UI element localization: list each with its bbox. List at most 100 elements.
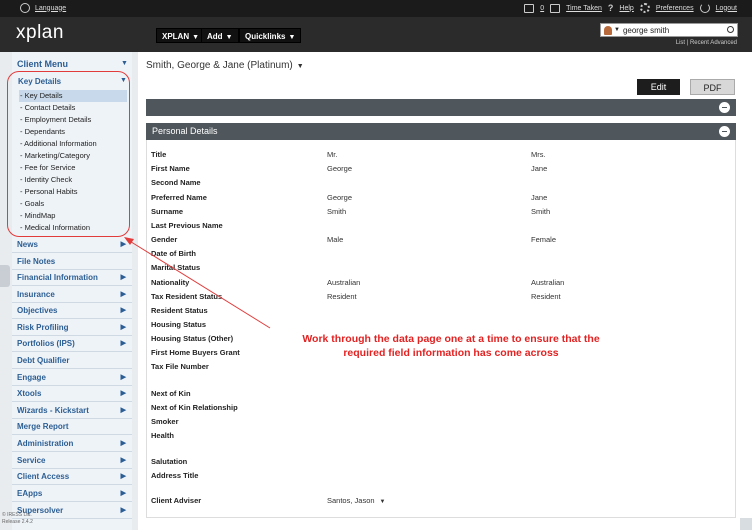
field-label: Tax Resident Status bbox=[151, 292, 223, 301]
field-row-health: Health bbox=[151, 431, 736, 443]
language-link[interactable]: Language bbox=[20, 3, 66, 13]
sidebar-item-label: Risk Profiling bbox=[17, 323, 69, 332]
client-adviser-value: Santos, Jason bbox=[327, 496, 375, 505]
field-row-salutation: Salutation bbox=[151, 457, 736, 469]
field-label: Smoker bbox=[151, 417, 179, 426]
time-taken-link[interactable]: Time Taken bbox=[566, 5, 602, 12]
client-search-input[interactable]: ▼ george smith bbox=[600, 23, 738, 37]
chevron-right-icon: ▶ bbox=[120, 324, 126, 331]
nav-add-button[interactable]: Add ▼ bbox=[201, 28, 239, 43]
sidebar-item-label: News bbox=[17, 240, 38, 249]
field-row-resident-status: Resident Status bbox=[151, 306, 736, 318]
logout-link[interactable]: Logout bbox=[716, 5, 737, 12]
chevron-down-icon: ▼ bbox=[379, 499, 386, 505]
field-value-client: George bbox=[327, 164, 353, 173]
collapse-icon[interactable] bbox=[719, 102, 730, 113]
field-row-client-adviser: Client Adviser Santos, Jason ▼ bbox=[151, 496, 736, 508]
sidebar-item-financial-information[interactable]: Financial Information ▶ bbox=[12, 270, 132, 286]
search-links[interactable]: List | Recent Advanced bbox=[676, 40, 737, 46]
chevron-down-icon[interactable]: ▼ bbox=[614, 27, 620, 33]
field-label: Tax File Number bbox=[151, 362, 209, 371]
mail-count[interactable]: 0 bbox=[540, 5, 544, 12]
field-label: Last Previous Name bbox=[151, 221, 223, 230]
edit-button[interactable]: Edit bbox=[637, 79, 680, 95]
mail-icon[interactable] bbox=[524, 3, 535, 13]
field-label: Client Adviser bbox=[151, 496, 202, 505]
sidebar-item-label: Merge Report bbox=[17, 422, 69, 431]
sidebar-item-wizards-kickstart[interactable]: Wizards - Kickstart ▶ bbox=[12, 403, 132, 419]
section-title: Personal Details bbox=[152, 126, 218, 136]
chevron-right-icon: ▶ bbox=[120, 440, 126, 447]
chevron-down-icon: ▼ bbox=[288, 34, 296, 41]
chevron-right-icon: ▶ bbox=[120, 241, 126, 248]
client-name-selector[interactable]: Smith, George & Jane (Platinum) ▼ bbox=[146, 60, 304, 71]
chevron-right-icon: ▶ bbox=[120, 291, 126, 298]
sidebar-item-objectives[interactable]: Objectives ▶ bbox=[12, 303, 132, 319]
sidebar-item-merge-report[interactable]: Merge Report bbox=[12, 419, 132, 435]
field-value-partner: Female bbox=[531, 235, 557, 244]
sidebar-item-label: Engage bbox=[17, 373, 46, 382]
field-label: First Home Buyers Grant bbox=[151, 348, 240, 357]
xplan-logo[interactable]: xplan bbox=[16, 22, 64, 44]
field-label: Housing Status (Other) bbox=[151, 334, 234, 343]
sidebar-collapse-handle[interactable] bbox=[0, 265, 10, 287]
field-row-smoker: Smoker bbox=[151, 417, 736, 429]
sidebar-item-risk-profiling[interactable]: Risk Profiling ▶ bbox=[12, 320, 132, 336]
client-adviser-select[interactable]: Santos, Jason ▼ bbox=[327, 496, 385, 505]
sidebar-item-portfolios[interactable]: Portfolios (IPS) ▶ bbox=[12, 336, 132, 352]
search-icon[interactable] bbox=[727, 26, 734, 33]
preferences-link[interactable]: Preferences bbox=[656, 5, 694, 12]
search-value: george smith bbox=[622, 25, 670, 35]
sidebar-item-label: Wizards - Kickstart bbox=[17, 406, 89, 415]
client-menu-heading[interactable]: Client Menu ▼ bbox=[17, 59, 128, 69]
chevron-right-icon: ▶ bbox=[120, 473, 126, 480]
help-link[interactable]: Help bbox=[619, 5, 633, 12]
sidebar-item-eapps[interactable]: EApps ▶ bbox=[12, 486, 132, 502]
field-row-second-name: Second Name bbox=[151, 178, 736, 190]
field-value-partner: Australian bbox=[531, 278, 565, 287]
field-label: Second Name bbox=[151, 178, 201, 187]
sidebar-item-news[interactable]: News ▶ bbox=[12, 237, 132, 253]
release-text: Release 2.4.2 bbox=[2, 519, 33, 525]
field-value-partner: Jane bbox=[531, 193, 548, 202]
field-label: Title bbox=[151, 150, 167, 159]
field-label: Resident Status bbox=[151, 306, 208, 315]
sidebar-item-file-notes[interactable]: File Notes bbox=[12, 254, 132, 270]
sidebar-item-engage[interactable]: Engage ▶ bbox=[12, 370, 132, 386]
nav-quicklinks-button[interactable]: Quicklinks ▼ bbox=[239, 28, 302, 43]
personal-details-header: Personal Details bbox=[146, 123, 736, 140]
sidebar-item-xtools[interactable]: Xtools ▶ bbox=[12, 386, 132, 402]
collapse-icon[interactable] bbox=[719, 126, 730, 137]
pdf-button[interactable]: PDF bbox=[690, 79, 735, 95]
nav-xplan-button[interactable]: XPLAN ▼ bbox=[156, 28, 206, 43]
field-row-title: Title Mr. Mrs. bbox=[151, 150, 736, 162]
sidebar-item-label: Administration bbox=[17, 439, 74, 448]
clock-icon bbox=[550, 3, 561, 13]
field-label: Marital Status bbox=[151, 263, 201, 272]
field-row-marital-status: Marital Status bbox=[151, 263, 736, 275]
field-row-gender: Gender Male Female bbox=[151, 235, 736, 247]
chevron-down-icon: ▼ bbox=[225, 34, 233, 41]
field-value-client: Mr. bbox=[327, 150, 338, 159]
chevron-down-icon: ▼ bbox=[192, 34, 200, 41]
sidebar-item-debt-qualifier[interactable]: Debt Qualifier bbox=[12, 353, 132, 369]
field-label: Next of Kin Relationship bbox=[151, 403, 238, 412]
sidebar-item-administration[interactable]: Administration ▶ bbox=[12, 436, 132, 452]
section-bar bbox=[146, 99, 736, 116]
annotation-highlight-ring bbox=[7, 71, 130, 237]
language-label[interactable]: Language bbox=[35, 5, 66, 12]
sidebar-item-label: Debt Qualifier bbox=[17, 356, 70, 365]
sidebar-item-label: EApps bbox=[17, 489, 43, 498]
sidebar-item-insurance[interactable]: Insurance ▶ bbox=[12, 287, 132, 303]
sidebar-item-client-access[interactable]: Client Access ▶ bbox=[12, 469, 132, 485]
sidebar-item-service[interactable]: Service ▶ bbox=[12, 453, 132, 469]
field-row-address-title: Address Title bbox=[151, 471, 736, 483]
chevron-right-icon: ▶ bbox=[120, 457, 126, 464]
sidebar-item-label: Objectives bbox=[17, 306, 58, 315]
field-label: Salutation bbox=[151, 457, 188, 466]
annotation-text: Work through the data page one at a time… bbox=[286, 332, 616, 360]
field-label: Preferred Name bbox=[151, 193, 207, 202]
field-row-preferred-name: Preferred Name George Jane bbox=[151, 193, 736, 205]
sidebar-item-label: Financial Information bbox=[17, 273, 98, 282]
field-row-first-name: First Name George Jane bbox=[151, 164, 736, 176]
